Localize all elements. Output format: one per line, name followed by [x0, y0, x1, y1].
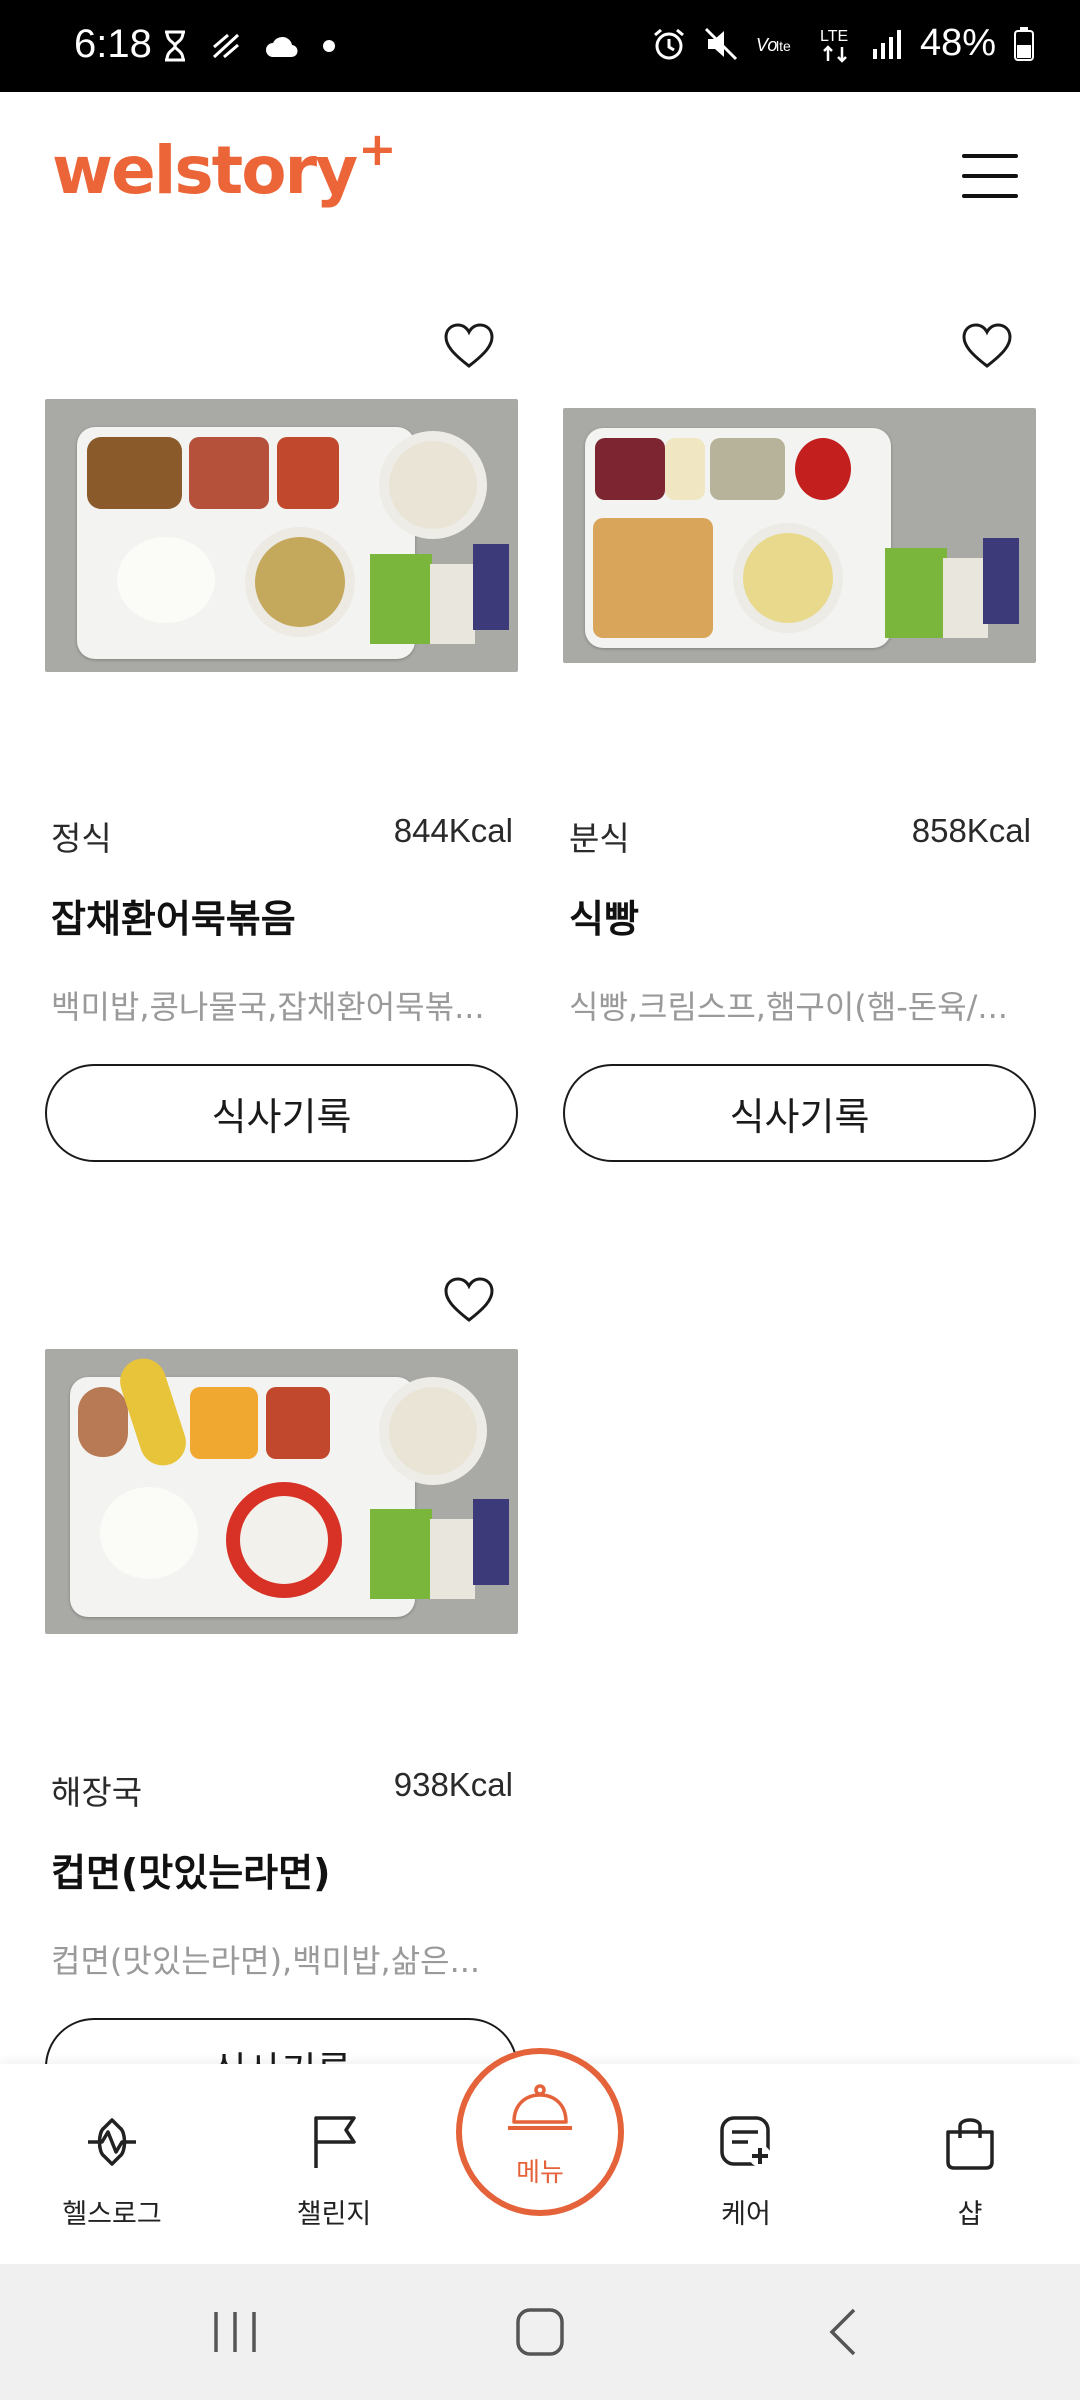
meal-photo: [563, 408, 1036, 663]
juice-pack: [473, 544, 509, 630]
app-header: welstory+: [0, 92, 1080, 262]
hamburger-icon: [962, 154, 1018, 158]
meal-photo: [45, 1349, 518, 1634]
nav-label: 챌린지: [296, 2199, 372, 2230]
cloud-icon: [266, 36, 298, 58]
home-icon[interactable]: [514, 2306, 566, 2358]
meal-record-button[interactable]: 식사기록: [45, 1064, 518, 1162]
soup-bowl: [733, 523, 843, 633]
care-note-icon: [720, 2116, 771, 2167]
back-icon[interactable]: [826, 2306, 860, 2358]
nav-label: 케어: [721, 2199, 771, 2230]
nav-label: 샵: [957, 2199, 983, 2230]
meal-record-button[interactable]: 식사기록: [563, 1064, 1036, 1162]
butter-dish: [665, 438, 705, 500]
lte-icon: LTE: [820, 28, 848, 63]
signal-icon: [872, 29, 901, 59]
flag-icon: [314, 2116, 356, 2168]
dot-icon: [323, 40, 335, 52]
nav-challenge[interactable]: 챌린지: [254, 2064, 414, 2264]
drink-pack: [430, 564, 475, 644]
menu-kcal: 858Kcal: [911, 812, 1031, 849]
recents-icon[interactable]: [210, 2308, 260, 2356]
cloche-icon: [508, 2084, 572, 2130]
battery-icon: [1014, 26, 1034, 61]
svg-text:LTE: LTE: [820, 28, 848, 45]
status-bar: 6:18 Vo lte LTE 48%: [0, 0, 1080, 92]
menu-kcal: 844Kcal: [393, 812, 513, 849]
fish-cake-dish: [87, 437, 182, 509]
milk-carton: [370, 1509, 432, 1599]
health-log-icon: [88, 2118, 136, 2166]
meal-photo: [45, 399, 518, 672]
shopping-bag-icon: [946, 2118, 994, 2170]
volte-icon: Volte: [756, 35, 791, 55]
drink-pack: [430, 1519, 475, 1599]
peach-dish: [190, 1387, 258, 1459]
menu-description: 백미밥,콩나물국,잡채환어묵볶...: [51, 988, 485, 1026]
juice-pack: [473, 1499, 509, 1585]
status-time: 6:18: [74, 22, 152, 66]
system-navigation-bar: [0, 2264, 1080, 2400]
data-saver-icon: [212, 33, 240, 59]
salad-dish: [710, 438, 785, 500]
nav-label: 메뉴: [516, 2158, 564, 2188]
mute-icon: [704, 27, 737, 60]
porridge-bowl: [379, 431, 487, 539]
menu-description: 식빵,크림스프,햄구이(햄-돈육/...: [569, 988, 1008, 1026]
meal-tray: [585, 428, 891, 648]
kimchi-dish: [277, 437, 339, 509]
menu-title: 식빵: [569, 897, 639, 941]
ham-dish: [595, 438, 665, 500]
rice-dish: [100, 1487, 198, 1579]
hourglass-icon: [165, 30, 185, 62]
juice-pack: [983, 538, 1019, 624]
ketchup-dish: [795, 438, 851, 500]
heart-icon[interactable]: [442, 1274, 496, 1328]
heart-icon[interactable]: [960, 320, 1014, 374]
bread-dish: [593, 518, 713, 638]
svg-text:Vo: Vo: [756, 35, 777, 55]
drink-pack: [943, 558, 988, 638]
svg-text:lte: lte: [776, 38, 791, 54]
menu-category: 분식: [569, 819, 630, 858]
nav-label: 헬스로그: [62, 2199, 162, 2230]
nav-health-log[interactable]: 헬스로그: [32, 2064, 192, 2264]
rice-dish: [117, 537, 215, 623]
welstory-logo[interactable]: welstory+: [52, 122, 397, 209]
menu-category: 해장국: [51, 1773, 143, 1812]
menu-title: 잡채환어묵볶음: [51, 897, 296, 941]
egg-dish: [78, 1387, 128, 1457]
menu-title: 컵면(맛있는라면): [51, 1851, 331, 1895]
menu-category: 정식: [51, 819, 112, 858]
porridge-bowl: [379, 1377, 487, 1485]
menu-kcal: 938Kcal: [393, 1766, 513, 1803]
nav-shop[interactable]: 샵: [890, 2064, 1050, 2264]
soup-bowl: [245, 527, 355, 637]
menu-description: 컵면(맛있는라면),백미밥,삶은...: [51, 1942, 481, 1980]
nav-menu-center-button[interactable]: 메뉴: [456, 2048, 624, 2216]
japchae-dish: [189, 437, 269, 509]
meal-tray: [77, 427, 415, 659]
battery-percentage: 48%: [919, 22, 996, 64]
alarm-icon: [653, 28, 684, 59]
meal-tray: [70, 1352, 415, 1617]
milk-carton: [370, 554, 432, 644]
menu-hamburger-button[interactable]: [962, 154, 1018, 198]
kimchi-dish: [266, 1387, 330, 1459]
milk-carton: [885, 548, 947, 638]
cup-noodle: [226, 1482, 342, 1598]
heart-icon[interactable]: [442, 320, 496, 374]
nav-care[interactable]: 케어: [666, 2064, 826, 2264]
